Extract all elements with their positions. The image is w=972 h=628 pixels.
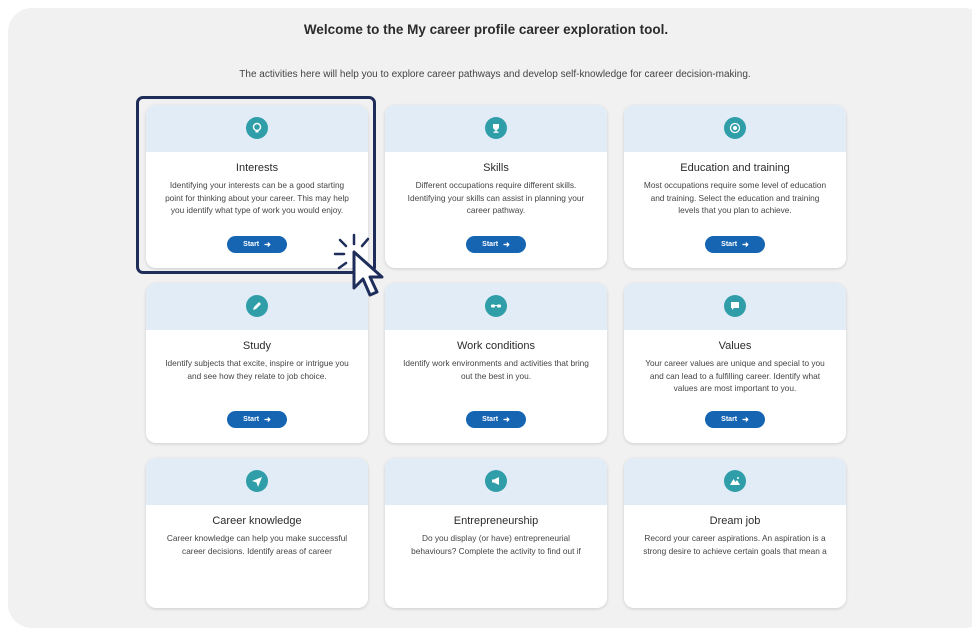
megaphone-icon (485, 470, 507, 492)
arrow-right-icon: ➜ (742, 240, 749, 249)
card-description: Record your career aspirations. An aspir… (643, 533, 827, 556)
start-button[interactable]: Start ➜ (466, 411, 526, 428)
card-header (146, 458, 368, 505)
target-icon (724, 117, 746, 139)
card-header (385, 283, 607, 330)
start-label: Start (243, 416, 260, 423)
arrow-right-icon: ➜ (742, 415, 749, 424)
start-button[interactable]: Start ➜ (705, 411, 765, 428)
sunglasses-icon (485, 295, 507, 317)
trophy-icon (485, 117, 507, 139)
page-title: Welcome to the My career profile career … (303, 22, 669, 37)
card-description: Identify work environments and activitie… (403, 358, 589, 381)
paper-plane-icon (246, 470, 268, 492)
card-description: Do you display (or have) entrepreneurial… (411, 533, 581, 556)
card-title: Study (242, 340, 272, 352)
card-description: Your career values are unique and specia… (645, 358, 825, 393)
card-header (624, 283, 846, 330)
arrow-right-icon: ➜ (503, 415, 510, 424)
pencil-icon (246, 295, 268, 317)
page-subtitle: The activities here will help you to exp… (239, 69, 751, 80)
start-button[interactable]: Start ➜ (705, 236, 765, 253)
card-education-training: Education and training Most occupations … (624, 105, 846, 268)
arrow-right-icon: ➜ (264, 415, 271, 424)
card-skills: Skills Different occupations require dif… (385, 105, 607, 268)
card-study: Study Identify subjects that excite, ins… (146, 283, 368, 443)
mountain-icon (724, 470, 746, 492)
card-header (624, 458, 846, 505)
card-title: Skills (483, 162, 509, 174)
card-work-conditions: Work conditions Identify work environmen… (385, 283, 607, 443)
card-entrepreneurship: Entrepreneurship Do you display (or have… (385, 458, 607, 608)
card-header (624, 105, 846, 152)
card-title: Entrepreneurship (453, 515, 539, 527)
start-label: Start (482, 241, 499, 248)
card-description: Career knowledge can help you make succe… (166, 533, 348, 556)
card-title: Education and training (680, 162, 790, 174)
card-description: Different occupations require different … (407, 180, 585, 215)
card-description: Most occupations require some level of e… (643, 180, 827, 215)
start-button[interactable]: Start ➜ (227, 411, 287, 428)
card-header (385, 105, 607, 152)
card-description: Identify subjects that excite, inspire o… (165, 358, 349, 381)
start-label: Start (482, 416, 499, 423)
speech-bubble-icon (724, 295, 746, 317)
start-label: Start (721, 416, 738, 423)
card-values: Values Your career values are unique and… (624, 283, 846, 443)
card-title: Work conditions (456, 340, 536, 352)
card-career-knowledge: Career knowledge Career knowledge can he… (146, 458, 368, 608)
arrow-right-icon: ➜ (503, 240, 510, 249)
card-header (385, 458, 607, 505)
card-title: Values (718, 340, 752, 352)
card-title: Dream job (709, 515, 761, 527)
card-title: Career knowledge (212, 515, 302, 527)
start-label: Start (721, 241, 738, 248)
card-dream-job: Dream job Record your career aspirations… (624, 458, 846, 608)
pointer-cursor-icon (333, 233, 384, 297)
start-button[interactable]: Start ➜ (466, 236, 526, 253)
